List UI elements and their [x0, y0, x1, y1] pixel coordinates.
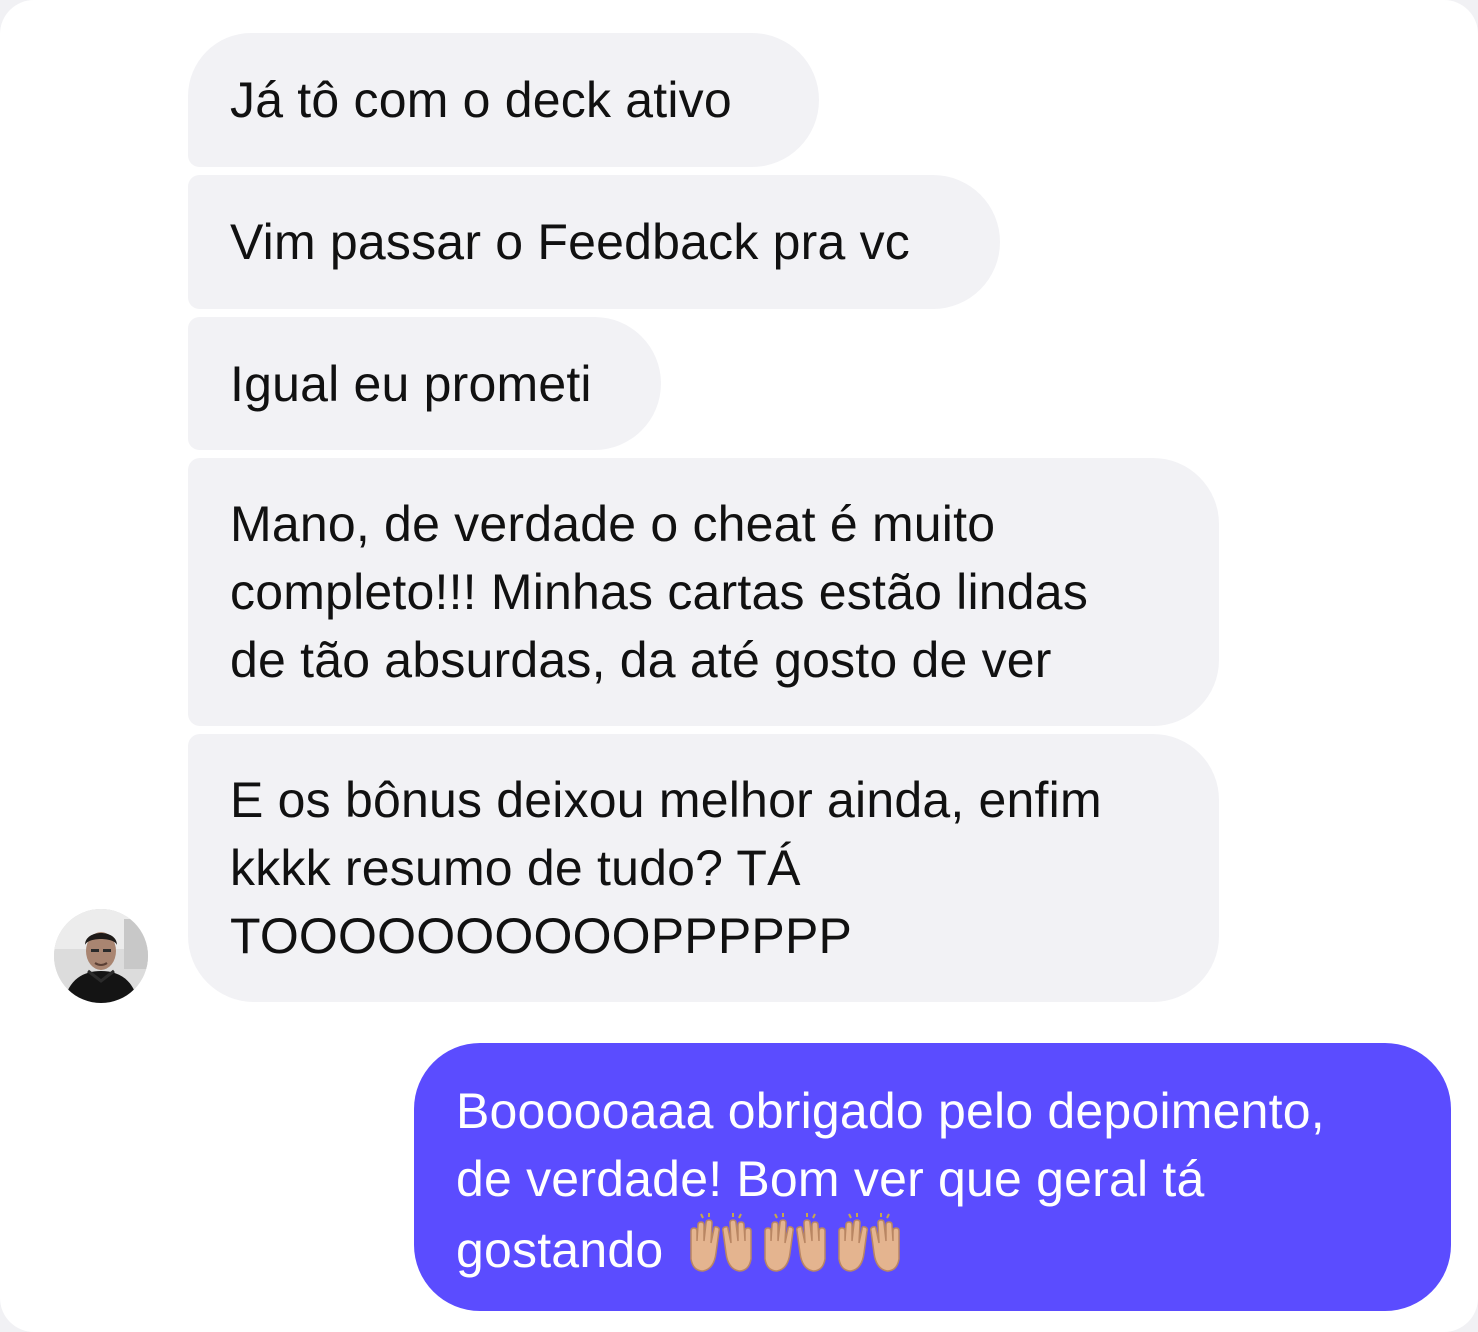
message-text: Vim passar o Feedback pra vc: [230, 214, 910, 270]
message-text-line: E os bônus deixou melhor ainda, enfim: [230, 772, 1102, 828]
raising-hands-icon: [764, 1213, 827, 1272]
message-text-line-with-emoji: gostando: [456, 1213, 1409, 1294]
message-bubble-outgoing[interactable]: Boooooaaa obrigado pelo depoimento, de v…: [414, 1043, 1451, 1311]
message-bubble-incoming[interactable]: Mano, de verdade o cheat é muito complet…: [188, 458, 1219, 726]
message-text-line: de tão absurdas, da até gosto de ver: [230, 632, 1052, 688]
message-bubble-incoming[interactable]: E os bônus deixou melhor ainda, enfim kk…: [188, 734, 1219, 1002]
message-text-line: TOOOOOOOOOOPPPPPP: [230, 908, 853, 964]
message-bubble-incoming[interactable]: Já tô com o deck ativo: [188, 33, 819, 167]
message-text-line: de verdade! Bom ver que geral tá: [456, 1151, 1205, 1207]
message-text: gostando: [456, 1222, 664, 1278]
message-text-line: kkkk resumo de tudo? TÁ: [230, 840, 801, 896]
user-avatar-photo-icon: [54, 909, 148, 1003]
chat-card: Já tô com o deck ativo Vim passar o Feed…: [0, 0, 1478, 1332]
message-text: Igual eu prometi: [230, 356, 592, 412]
message-text: Já tô com o deck ativo: [230, 72, 732, 128]
message-text-line: Boooooaaa obrigado pelo depoimento,: [456, 1083, 1325, 1139]
message-text-line: Mano, de verdade o cheat é muito: [230, 496, 996, 552]
raising-hands-emoji-group: [685, 1213, 907, 1294]
raising-hands-icon: [838, 1213, 901, 1272]
user-avatar[interactable]: [54, 909, 148, 1003]
message-text-line: completo!!! Minhas cartas estão lindas: [230, 564, 1089, 620]
message-bubble-incoming[interactable]: Igual eu prometi: [188, 317, 661, 450]
raising-hands-icon: [690, 1213, 753, 1272]
message-bubble-incoming[interactable]: Vim passar o Feedback pra vc: [188, 175, 1000, 309]
